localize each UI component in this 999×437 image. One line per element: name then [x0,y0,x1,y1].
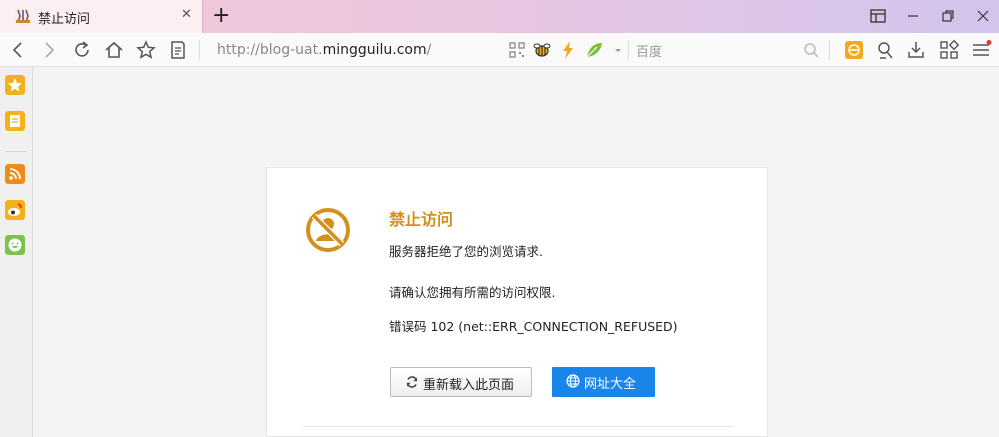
bookmark-star-icon[interactable] [135,39,157,61]
home-icon[interactable] [103,39,125,61]
url-host: mingguilu.com [322,42,427,58]
favorites-icon[interactable] [5,75,25,95]
error-hint: 请确认您拥有所需的访问权限. [389,285,556,300]
lightning-icon[interactable] [557,39,579,61]
toolbar-divider-right [829,40,830,60]
bee-extension-icon[interactable] [531,39,553,61]
minimize-icon[interactable] [903,6,923,26]
error-message: 服务器拒绝了您的浏览请求. [389,244,543,259]
search-divider [628,40,629,60]
back-icon[interactable] [7,39,29,61]
reader-icon[interactable] [167,39,189,61]
site-favicon-icon [15,8,31,24]
leaf-extension-icon[interactable] [583,39,605,61]
notes-icon[interactable] [5,111,25,131]
error-title: 禁止访问 [389,210,454,229]
new-tab-button[interactable]: + [212,3,230,29]
download-icon[interactable] [905,39,927,61]
globe-icon [566,374,580,388]
qr-code-icon[interactable] [506,39,528,61]
tab-close-icon[interactable]: ✕ [181,7,192,22]
tab-bar: 禁止访问 ✕ + [0,0,999,33]
sidebar-divider [5,151,27,152]
sidebar-toggle-icon[interactable] [868,6,888,26]
card-divider [303,426,733,427]
error-code: 错误码 102 (net::ERR_CONNECTION_REFUSED) [389,319,678,334]
forward-icon[interactable] [38,39,60,61]
reload-button[interactable]: 重新载入此页面 [390,367,532,397]
access-denied-icon [306,208,350,252]
tab-title: 禁止访问 [38,12,91,27]
reload-button-label: 重新载入此页面 [423,378,515,393]
active-tab[interactable]: 禁止访问 ✕ [0,0,203,33]
close-icon[interactable] [973,6,993,26]
apps-grid-icon[interactable] [938,39,960,61]
account-sync-icon[interactable] [843,39,865,61]
restore-icon[interactable] [938,6,958,26]
error-card: 禁止访问 服务器拒绝了您的浏览请求. 请确认您拥有所需的访问权限. 错误码 10… [266,167,768,437]
search-input[interactable]: 百度 [636,41,662,60]
search-icon[interactable] [800,39,822,61]
url-prefix: http://blog-uat. [217,42,323,58]
reload-icon [406,376,418,388]
weibo-icon[interactable] [5,200,25,220]
rss-icon[interactable] [5,164,25,184]
sidebar [0,67,33,437]
url-suffix: / [426,42,432,58]
web-directory-button[interactable]: 网址大全 [552,367,655,397]
dropdown-caret-icon[interactable] [607,39,629,61]
navigation-toolbar: http://blog-uat.mingguilu.com/ 百度 [0,33,999,67]
url-text[interactable]: http://blog-uat.mingguilu.com/ [217,42,431,58]
web-directory-button-label: 网址大全 [584,377,637,392]
assistant-icon[interactable] [874,39,896,61]
refresh-icon[interactable] [71,39,93,61]
toolbar-divider [199,40,200,60]
menu-icon[interactable] [970,39,992,61]
smiley-icon[interactable] [5,235,25,255]
